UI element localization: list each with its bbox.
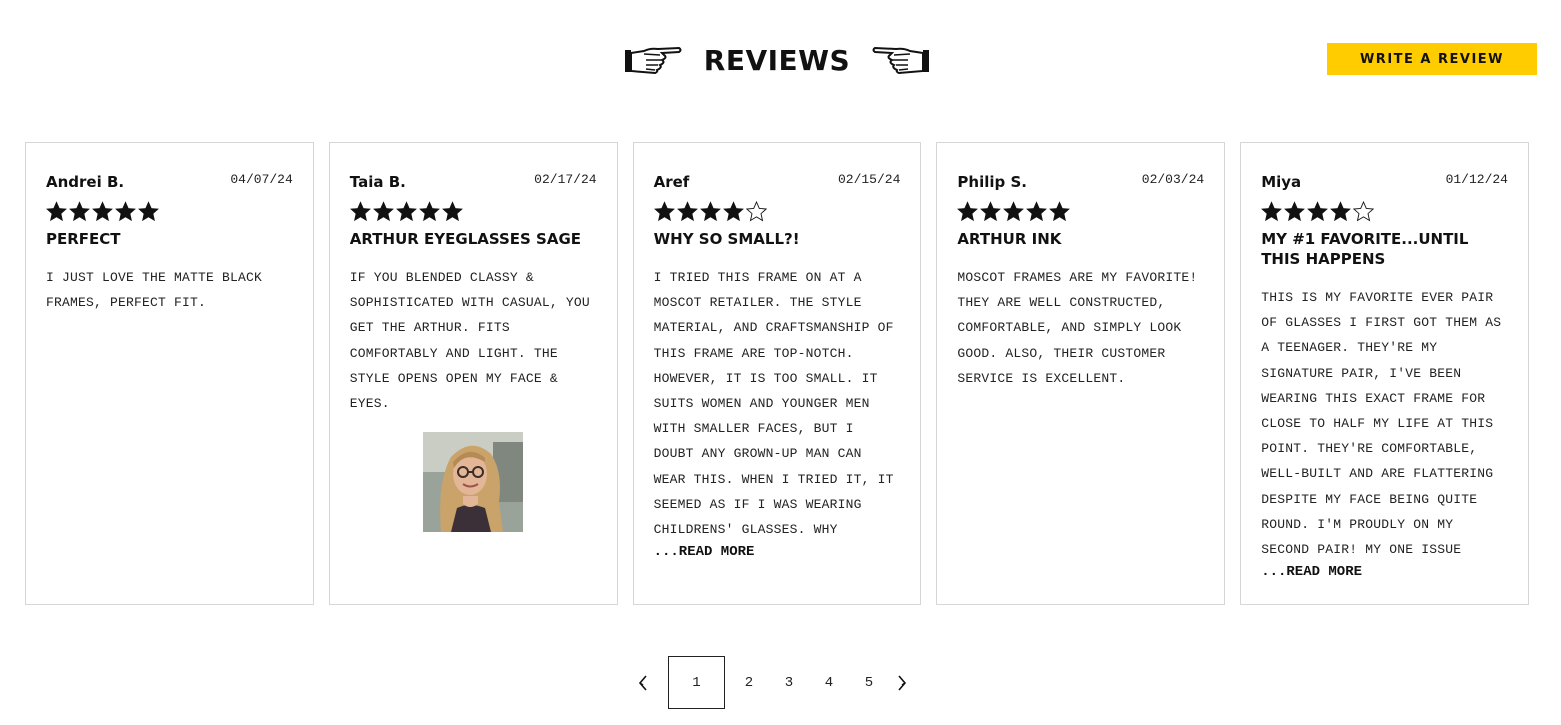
star-filled-icon <box>676 201 698 222</box>
star-filled-icon <box>395 201 417 222</box>
pointing-hand-right-icon <box>625 46 682 75</box>
review-title: MY #1 FAVORITE...UNTIL THIS HAPPENS <box>1261 230 1469 268</box>
review-card: Miya 01/12/24 MY #1 FAVORITE...UNTIL THI… <box>1240 142 1529 605</box>
star-filled-icon <box>980 201 1002 222</box>
review-author: Philip S. <box>957 173 1027 191</box>
review-author: Taia B. <box>349 173 406 191</box>
star-rating <box>957 201 1204 225</box>
read-more-link[interactable]: ...READ MORE <box>1261 564 1362 580</box>
star-empty-icon <box>1353 201 1375 222</box>
star-filled-icon <box>1026 201 1048 222</box>
star-filled-icon <box>699 201 721 222</box>
star-filled-icon <box>722 201 744 222</box>
review-body: I just love the matte black frames, perf… <box>46 270 263 311</box>
star-filled-icon <box>138 201 159 222</box>
star-filled-icon <box>1307 201 1329 222</box>
next-page-button[interactable] <box>889 656 915 709</box>
star-empty-icon <box>745 201 767 222</box>
star-filled-icon <box>69 201 90 222</box>
star-filled-icon <box>1330 201 1352 222</box>
review-body: I tried this frame on at a Moscot retail… <box>653 270 894 538</box>
page-3-button[interactable]: 3 <box>769 656 809 709</box>
star-filled-icon <box>418 201 440 222</box>
review-date: 02/17/24 <box>534 172 597 187</box>
star-filled-icon <box>957 201 979 222</box>
review-card: Taia B. 02/17/24 ARTHUR EYEGLASSES SAGE … <box>328 142 618 605</box>
page-2-button[interactable]: 2 <box>729 656 769 709</box>
star-filled-icon <box>1003 201 1025 222</box>
pointing-hand-left-icon <box>872 46 929 75</box>
page-5-button[interactable]: 5 <box>849 656 889 709</box>
review-date: 02/15/24 <box>837 172 901 187</box>
star-filled-icon <box>46 201 67 222</box>
star-filled-icon <box>1261 201 1283 222</box>
star-filled-icon <box>653 201 675 222</box>
review-date: 02/03/24 <box>1141 172 1205 187</box>
star-filled-icon <box>115 201 136 222</box>
chevron-left-icon <box>638 674 647 691</box>
review-title: ARTHUR INK <box>957 230 1062 248</box>
star-rating <box>349 201 597 225</box>
review-card-header: Taia B. 02/17/24 <box>349 172 597 195</box>
review-card-header: Philip S. 02/03/24 <box>957 172 1205 195</box>
review-card: Philip S. 02/03/24 ARTHUR INK Moscot fra… <box>936 142 1226 605</box>
review-cards: Andrei B. 04/07/24 PERFECT I just love t… <box>25 142 1529 605</box>
review-card-header: Miya 01/12/24 <box>1261 172 1508 195</box>
reviews-title-group: REVIEWS <box>624 40 930 80</box>
review-card: Andrei B. 04/07/24 PERFECT I just love t… <box>25 142 314 605</box>
review-title: PERFECT <box>46 230 121 248</box>
review-date: 01/12/24 <box>1445 172 1508 187</box>
star-filled-icon <box>349 201 371 222</box>
review-author: Andrei B. <box>46 173 125 191</box>
chevron-right-icon <box>898 674 907 691</box>
star-rating <box>1261 201 1508 225</box>
page-4-button[interactable]: 4 <box>809 656 849 709</box>
review-card-header: Aref 02/15/24 <box>653 172 901 195</box>
reviews-title: REVIEWS <box>703 43 851 77</box>
star-rating <box>653 201 901 225</box>
review-author: Aref <box>653 173 690 191</box>
review-card-header: Andrei B. 04/07/24 <box>46 172 293 195</box>
star-filled-icon <box>372 201 394 222</box>
star-filled-icon <box>1284 201 1306 222</box>
prev-page-button[interactable] <box>630 656 656 709</box>
star-filled-icon <box>1049 201 1071 222</box>
star-filled-icon <box>441 201 463 222</box>
star-filled-icon <box>92 201 113 222</box>
write-review-button[interactable]: WRITE A REVIEW <box>1327 43 1537 75</box>
reviews-header: REVIEWS WRITE A REVIEW <box>0 0 1561 110</box>
pagination: 1 2 3 4 5 <box>630 656 915 709</box>
review-author: Miya <box>1261 173 1302 191</box>
review-date: 04/07/24 <box>230 172 293 187</box>
review-card: Aref 02/15/24 WHY SO SMALL?! I tried thi… <box>632 142 922 605</box>
review-title: WHY SO SMALL?! <box>653 230 800 248</box>
review-title: ARTHUR EYEGLASSES SAGE <box>349 230 582 248</box>
page-1-button[interactable]: 1 <box>668 656 725 709</box>
review-body: If you blended classy & sophisticated wi… <box>349 270 590 412</box>
review-photo[interactable] <box>423 432 524 533</box>
review-body: Moscot frames are my favorite! They are … <box>957 270 1198 386</box>
read-more-link[interactable]: ...READ MORE <box>654 544 755 560</box>
review-body: This is my favorite ever pair of glasses… <box>1261 290 1502 558</box>
star-rating <box>46 201 293 225</box>
